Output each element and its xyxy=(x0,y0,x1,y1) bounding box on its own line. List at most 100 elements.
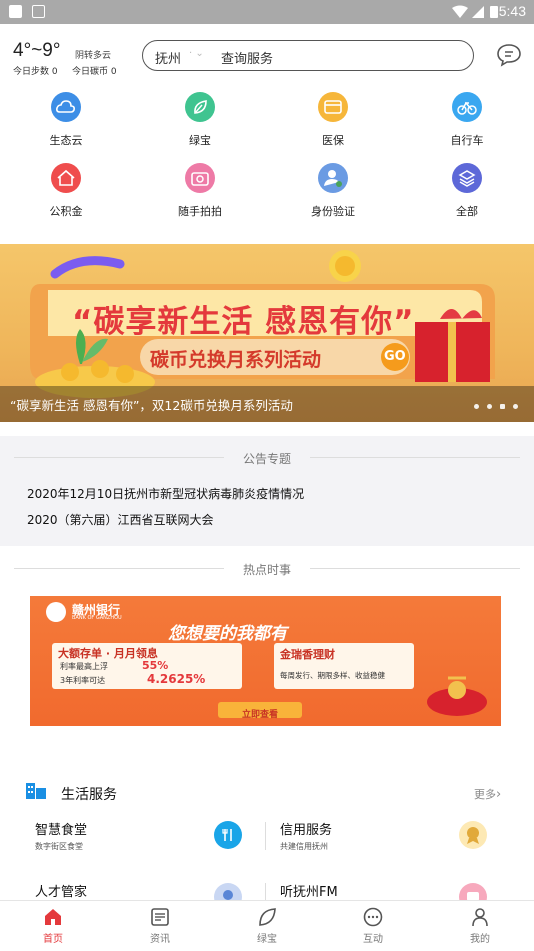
leaf-tab-icon xyxy=(259,908,276,926)
service-item[interactable]: 信用服务 共建信用抚州 xyxy=(267,815,534,867)
grid-label: 绿宝 xyxy=(189,134,211,147)
bank-ad-banner[interactable]: 赣州银行 BANK OF GANZHOU 您想要的我都有 大额存单 · 月月领息… xyxy=(30,596,501,726)
temperature: 4°~9° xyxy=(13,40,61,61)
user-icon xyxy=(472,908,488,927)
tab-label: 互动 xyxy=(363,934,383,945)
life-title: 生活服务 xyxy=(61,787,117,803)
grid-label: 身份验证 xyxy=(311,205,355,218)
fork-knife-icon xyxy=(214,821,242,849)
top-header: 4°~9° 阴转多云 今日步数 0 今日碳币 0 抚州 · ⌄ 查询服务 xyxy=(0,24,534,86)
tab-label: 首页 xyxy=(43,934,63,945)
carousel-dot-active[interactable] xyxy=(500,404,505,409)
notification-icon xyxy=(9,5,22,18)
tab-lvbao[interactable]: 绿宝 xyxy=(227,901,307,951)
card-icon xyxy=(318,92,348,122)
promo-banner[interactable]: “碳享新生活 感恩有你” 碳币兑换月系列活动 GO “碳享新生活 感恩有你”，双… xyxy=(0,244,534,422)
ad-headline: 您想要的我都有 xyxy=(168,624,287,644)
carousel-dot[interactable] xyxy=(487,404,492,409)
tab-news[interactable]: 资讯 xyxy=(120,901,200,951)
tab-interact[interactable]: 互动 xyxy=(333,901,413,951)
divider xyxy=(265,822,266,850)
banner-caption: “碳享新生活 感恩有你”，双12碳币兑换月系列活动 xyxy=(10,398,293,413)
notice-item[interactable]: 2020年12月10日抚州市新型冠状病毒肺炎疫情情况 xyxy=(27,485,304,502)
service-subtitle: 共建信用抚州 xyxy=(280,842,328,851)
chevron-right-icon: › xyxy=(496,787,502,802)
divider xyxy=(310,457,520,458)
ad-deposit-box: 大额存单 · 月月领息 利率最高上浮 55% 3年利率可达 4.2625% xyxy=(52,643,242,689)
ad-cta-label: 立即查看 xyxy=(241,710,278,720)
grid-item-ecocloud[interactable]: 生态云 xyxy=(16,92,116,150)
bottom-tab-bar: 首页 资讯 绿宝 互动 我的 xyxy=(0,900,534,950)
service-title: 听抚州FM xyxy=(280,885,338,900)
grid-item-housing-fund[interactable]: 公积金 xyxy=(16,163,116,221)
grid-label: 自行车 xyxy=(450,134,484,147)
hot-title: 热点时事 xyxy=(242,563,291,577)
notice-item[interactable]: 2020（第六届）江西省互联网大会 xyxy=(27,511,214,528)
grid-label: 全部 xyxy=(456,205,478,218)
service-subtitle: 数字街区食堂 xyxy=(35,842,83,851)
layers-icon xyxy=(452,163,482,193)
tab-home[interactable]: 首页 xyxy=(13,901,93,951)
banner-go: GO xyxy=(384,349,406,364)
building-icon xyxy=(26,783,46,799)
search-input[interactable]: 查询服务 xyxy=(221,48,273,67)
grid-item-all[interactable]: 全部 xyxy=(417,163,517,221)
grid-item-snapshot[interactable]: 随手拍拍 xyxy=(150,163,250,221)
grid-item-medical[interactable]: 医保 xyxy=(283,92,383,150)
banner-title: “碳享新生活 感恩有你” xyxy=(72,304,415,340)
notice-section: 公告专题 2020年12月10日抚州市新型冠状病毒肺炎疫情情况 2020（第六届… xyxy=(0,436,534,546)
banner-subtitle: 碳币兑换月系列活动 xyxy=(150,349,322,371)
ad-deposit-line: 利率最高上浮 xyxy=(60,662,108,671)
grid-item-lvbao[interactable]: 绿宝 xyxy=(150,92,250,150)
tab-mine[interactable]: 我的 xyxy=(440,901,520,951)
tab-label: 绿宝 xyxy=(257,934,277,945)
bicycle-icon xyxy=(452,92,482,122)
bank-name-en: BANK OF GANZHOU xyxy=(72,615,122,621)
cloud-icon xyxy=(51,92,81,122)
leaf-icon xyxy=(185,92,215,122)
ad-deposit-line: 3年利率可达 xyxy=(60,676,106,685)
home-icon xyxy=(45,909,61,925)
more-link[interactable]: 更多› xyxy=(474,783,501,802)
carousel-dot[interactable] xyxy=(474,404,479,409)
divider xyxy=(310,568,520,569)
weather-text: 阴转多云 xyxy=(75,51,112,61)
message-icon[interactable] xyxy=(496,42,522,68)
tab-label: 资讯 xyxy=(150,934,170,945)
ad-cta-button[interactable]: 立即查看 xyxy=(218,702,302,720)
app-notification-icon xyxy=(32,5,45,18)
red-envelope-icon xyxy=(427,676,487,716)
grid-item-bicycle[interactable]: 自行车 xyxy=(417,92,517,150)
ad-finance-box: 金瑞香理财 每周发行、期限多样、收益稳健 xyxy=(274,643,414,689)
coins-today: 今日碳币 0 xyxy=(72,67,117,77)
banner-caption-bar: “碳享新生活 感恩有你”，双12碳币兑换月系列活动 xyxy=(0,386,534,422)
notice-title: 公告专题 xyxy=(242,452,291,466)
ad-deposit-rate: 4.2625% xyxy=(147,672,206,686)
ad-finance-desc: 每周发行、期限多样、收益稳健 xyxy=(280,671,385,680)
more-label: 更多 xyxy=(474,788,496,801)
chat-dots-icon xyxy=(363,907,383,927)
tab-label: 我的 xyxy=(470,934,490,945)
ad-deposit-rate: 55% xyxy=(142,659,169,672)
city-dropdown-icon: · ⌄ xyxy=(189,48,204,59)
service-title: 智慧食堂 xyxy=(35,823,88,838)
ad-finance-title: 金瑞香理财 xyxy=(280,648,335,661)
service-item[interactable]: 智慧食堂 数字街区食堂 xyxy=(0,815,267,867)
service-title: 信用服务 xyxy=(280,823,333,838)
city-selector[interactable]: 抚州 xyxy=(155,48,181,67)
search-bar[interactable]: 抚州 · ⌄ 查询服务 xyxy=(142,40,474,71)
grid-label: 随手拍拍 xyxy=(178,205,222,218)
grid-item-id-verify[interactable]: 身份验证 xyxy=(283,163,383,221)
carousel-dot[interactable] xyxy=(513,404,518,409)
medal-icon xyxy=(459,821,487,849)
status-bar: 5:43 xyxy=(0,0,534,24)
news-icon xyxy=(151,908,169,926)
grid-label: 生态云 xyxy=(49,134,83,147)
status-time: 5:43 xyxy=(498,3,526,19)
steps-today: 今日步数 0 xyxy=(13,67,58,77)
bank-logo-icon xyxy=(46,602,66,622)
service-title: 人才管家 xyxy=(35,885,88,900)
house-icon xyxy=(51,163,81,193)
grid-label: 医保 xyxy=(322,134,344,147)
camera-icon xyxy=(185,163,215,193)
